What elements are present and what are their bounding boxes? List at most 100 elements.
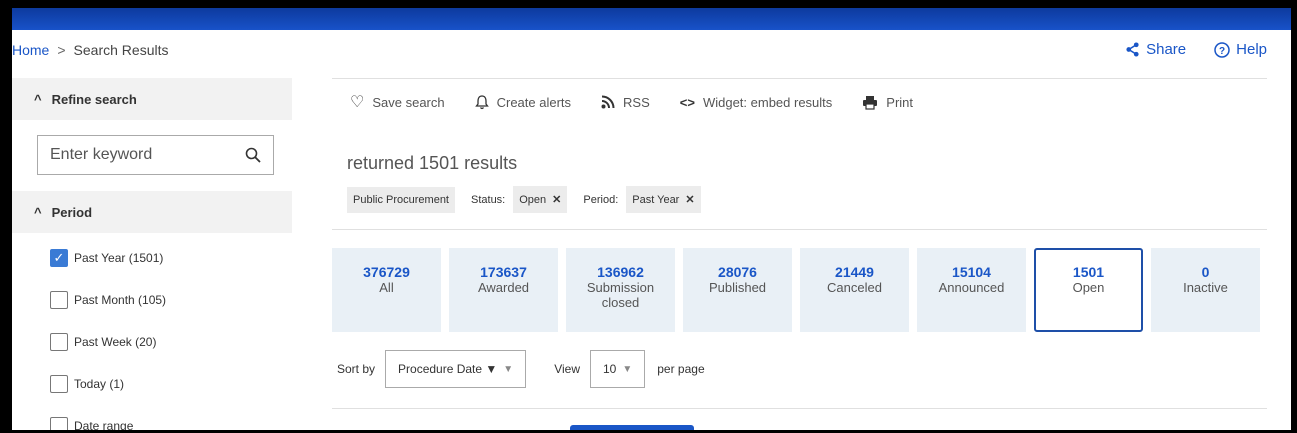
close-icon[interactable]: ✕ <box>552 194 561 206</box>
status-card-awarded[interactable]: 173637 Awarded <box>449 248 558 332</box>
status-filter-label: Status: <box>471 193 506 206</box>
period-header[interactable]: ^ Period <box>12 191 292 233</box>
widget-embed-button[interactable]: <> Widget: embed results <box>680 95 833 110</box>
page-size-select[interactable]: 10 ▼ <box>589 350 646 388</box>
page-size-value: 10 <box>602 362 617 376</box>
create-alerts-button[interactable]: Create alerts <box>474 94 572 110</box>
status-filter-value: Open <box>519 194 547 206</box>
rss-label: RSS <box>623 94 650 110</box>
status-card-label: Published <box>708 280 767 295</box>
share-label: Share <box>1146 41 1187 58</box>
status-card-open[interactable]: 1501 Open <box>1034 248 1143 332</box>
top-black-bar <box>12 0 1291 8</box>
refine-search-title: Refine search <box>51 91 137 107</box>
help-label: Help <box>1236 41 1267 58</box>
period-option-label: Past Week (20) <box>74 335 157 349</box>
bell-icon <box>474 94 489 109</box>
status-card-count: 21449 <box>835 264 874 280</box>
right-border <box>1291 0 1297 433</box>
divider <box>332 229 1267 230</box>
period-option-past-year[interactable]: ✓ Past Year (1501) <box>12 237 292 279</box>
status-card-published[interactable]: 28076 Published <box>683 248 792 332</box>
status-card-inactive[interactable]: 0 Inactive <box>1151 248 1260 332</box>
rss-icon <box>601 95 615 109</box>
period-filter-value: Past Year <box>632 194 680 206</box>
period-title: Period <box>51 204 93 220</box>
period-option-label: Today (1) <box>74 377 125 391</box>
status-card-count: 173637 <box>480 264 527 280</box>
share-button[interactable]: Share <box>1125 41 1186 58</box>
code-icon: <> <box>679 94 695 110</box>
category-chip: Public Procurement <box>347 186 455 213</box>
status-card-all[interactable]: 376729 All <box>332 248 441 332</box>
breadcrumb: Home > Search Results <box>12 42 168 58</box>
status-card-canceled[interactable]: 21449 Canceled <box>800 248 909 332</box>
print-label: Print <box>886 94 914 110</box>
breadcrumb-current: Search Results <box>73 42 169 58</box>
per-page-label: per page <box>657 362 705 376</box>
sort-bar: Sort by Procedure Date ▼ ▼ View 10 ▼ per… <box>332 350 1267 388</box>
period-option-past-month[interactable]: Past Month (105) <box>12 279 292 321</box>
checkbox-icon[interactable] <box>50 333 68 351</box>
status-card-label: Awarded <box>477 280 530 295</box>
checkbox-icon[interactable] <box>50 375 68 393</box>
header-blue-bar <box>12 8 1291 30</box>
sidebar: ^ Refine search Enter keyword ^ Period ✓… <box>12 78 292 433</box>
breadcrumb-home-link[interactable]: Home <box>12 42 49 58</box>
period-filter-label: Period: <box>583 193 619 206</box>
divider <box>332 408 1267 409</box>
status-card-count: 0 <box>1201 264 1210 280</box>
heart-icon: ♡ <box>350 94 365 111</box>
period-option-today[interactable]: Today (1) <box>12 363 292 405</box>
status-card-label: Open <box>1072 280 1105 295</box>
close-icon[interactable]: ✕ <box>685 194 694 206</box>
chevron-up-icon: ^ <box>34 91 42 107</box>
status-card-label: Canceled <box>827 280 882 295</box>
help-button[interactable]: ? Help <box>1214 41 1267 58</box>
caret-down-icon: ▼ <box>503 363 514 375</box>
search-icon <box>245 147 261 163</box>
status-card-count: 1501 <box>1072 264 1105 280</box>
checkbox-icon[interactable] <box>50 291 68 309</box>
chevron-up-icon: ^ <box>34 204 42 220</box>
status-filter-chip[interactable]: Open ✕ <box>513 186 568 213</box>
status-card-count: 136962 <box>597 264 644 280</box>
main-content: ♡ Save search Create alerts RSS <> Widge… <box>332 78 1267 433</box>
view-label: View <box>554 362 580 376</box>
status-card-label: All <box>379 280 394 295</box>
period-option-past-week[interactable]: Past Week (20) <box>12 321 292 363</box>
caret-down-icon: ▼ <box>622 363 633 375</box>
status-card-count: 376729 <box>363 264 410 280</box>
status-card-count: 28076 <box>718 264 757 280</box>
keyword-search-input[interactable]: Enter keyword <box>37 135 274 175</box>
checkbox-checked-icon[interactable]: ✓ <box>50 249 68 267</box>
left-border <box>0 0 12 433</box>
active-filters: Public Procurement Status: Open ✕ Period:… <box>332 186 1267 213</box>
status-card-label: Inactive <box>1183 280 1228 295</box>
results-toolbar: ♡ Save search Create alerts RSS <> Widge… <box>332 79 1267 125</box>
top-actions: Share ? Help <box>1125 41 1267 58</box>
create-alerts-label: Create alerts <box>496 94 572 110</box>
status-card-count: 15104 <box>952 264 991 280</box>
svg-text:?: ? <box>1219 46 1225 57</box>
breadcrumb-separator: > <box>57 42 66 58</box>
help-icon: ? <box>1214 41 1230 58</box>
status-card-submission-closed[interactable]: 136962 Submission closed <box>566 248 675 332</box>
status-card-label: Submission closed <box>586 280 655 310</box>
rss-button[interactable]: RSS <box>601 95 650 110</box>
save-search-label: Save search <box>372 94 445 110</box>
sort-select[interactable]: Procedure Date ▼ ▼ <box>385 350 527 388</box>
printer-icon <box>863 95 878 110</box>
share-icon <box>1126 42 1139 57</box>
status-card-announced[interactable]: 15104 Announced <box>917 248 1026 332</box>
widget-embed-label: Widget: embed results <box>702 94 833 110</box>
save-search-button[interactable]: ♡ Save search <box>350 92 445 112</box>
sort-by-label: Sort by <box>337 362 376 376</box>
refine-search-header[interactable]: ^ Refine search <box>12 78 292 120</box>
status-card-label: Announced <box>938 280 1005 295</box>
period-option-label: Past Month (105) <box>74 293 167 307</box>
period-option-date-range[interactable]: Date range <box>12 405 292 433</box>
period-filter-chip[interactable]: Past Year ✕ <box>626 186 701 213</box>
keyword-placeholder: Enter keyword <box>50 146 153 163</box>
print-button[interactable]: Print <box>862 95 913 110</box>
